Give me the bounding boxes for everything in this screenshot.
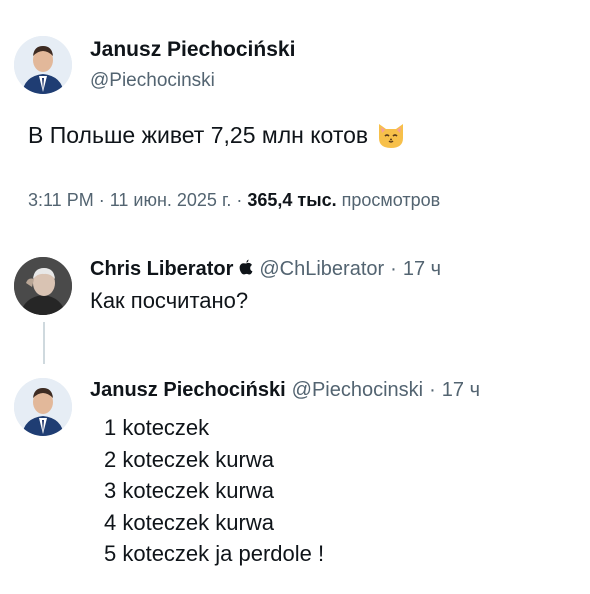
tweet-text: В Польше живет 7,25 млн котов [28,120,406,150]
reply-author-name[interactable]: Chris Liberator [90,258,233,281]
reply-header: Chris Liberator @ChLiberator · 17 ч [90,258,441,281]
reply-avatar[interactable] [14,378,72,436]
reply-text: 1 koteczek 2 koteczek kurwa 3 koteczek k… [104,412,324,570]
reply-text: Как посчитано? [90,288,249,313]
author-name[interactable]: Janusz Piechociński [90,38,295,62]
reply-line: 1 koteczek [104,415,210,440]
cat-face-icon [376,120,406,150]
reply-author-name[interactable]: Janusz Piechociński [90,379,286,402]
reply-handle[interactable]: @ChLiberator [259,258,384,281]
reply-line: 2 koteczek kurwa [104,446,274,472]
reply-header: Janusz Piechociński @Piechocinski · 17 ч [90,379,480,402]
tweet-meta: 3:11 PM · 11 июн. 2025 г. · 365,4 тыс. п… [28,190,440,211]
reply-line: 4 koteczek kurwa [104,509,274,535]
tweet-date[interactable]: 11 июн. 2025 г. [110,190,232,210]
reply-line: 3 koteczek kurwa [104,478,274,504]
meta-separator: · [429,379,436,401]
views-count: 365,4 тыс. [247,190,337,210]
reply-time[interactable]: 17 ч [403,258,441,281]
reply-avatar[interactable] [14,257,72,315]
reply-handle[interactable]: @Piechocinski [292,379,423,402]
meta-separator: · [98,190,110,210]
apple-icon [239,258,253,281]
tweet-text-body: В Польше живет 7,25 млн котов [28,121,369,148]
meta-separator: · [390,258,397,280]
thread-connector-line [43,322,45,364]
author-handle[interactable]: @Piechocinski [90,70,215,92]
tweet-time[interactable]: 3:11 PM [28,190,94,210]
reply-line: 5 koteczek ja perdole ! [104,541,325,567]
author-avatar[interactable] [14,36,72,94]
views-label: просмотров [341,190,441,210]
meta-separator: · [236,190,248,210]
reply-time[interactable]: 17 ч [442,379,480,402]
